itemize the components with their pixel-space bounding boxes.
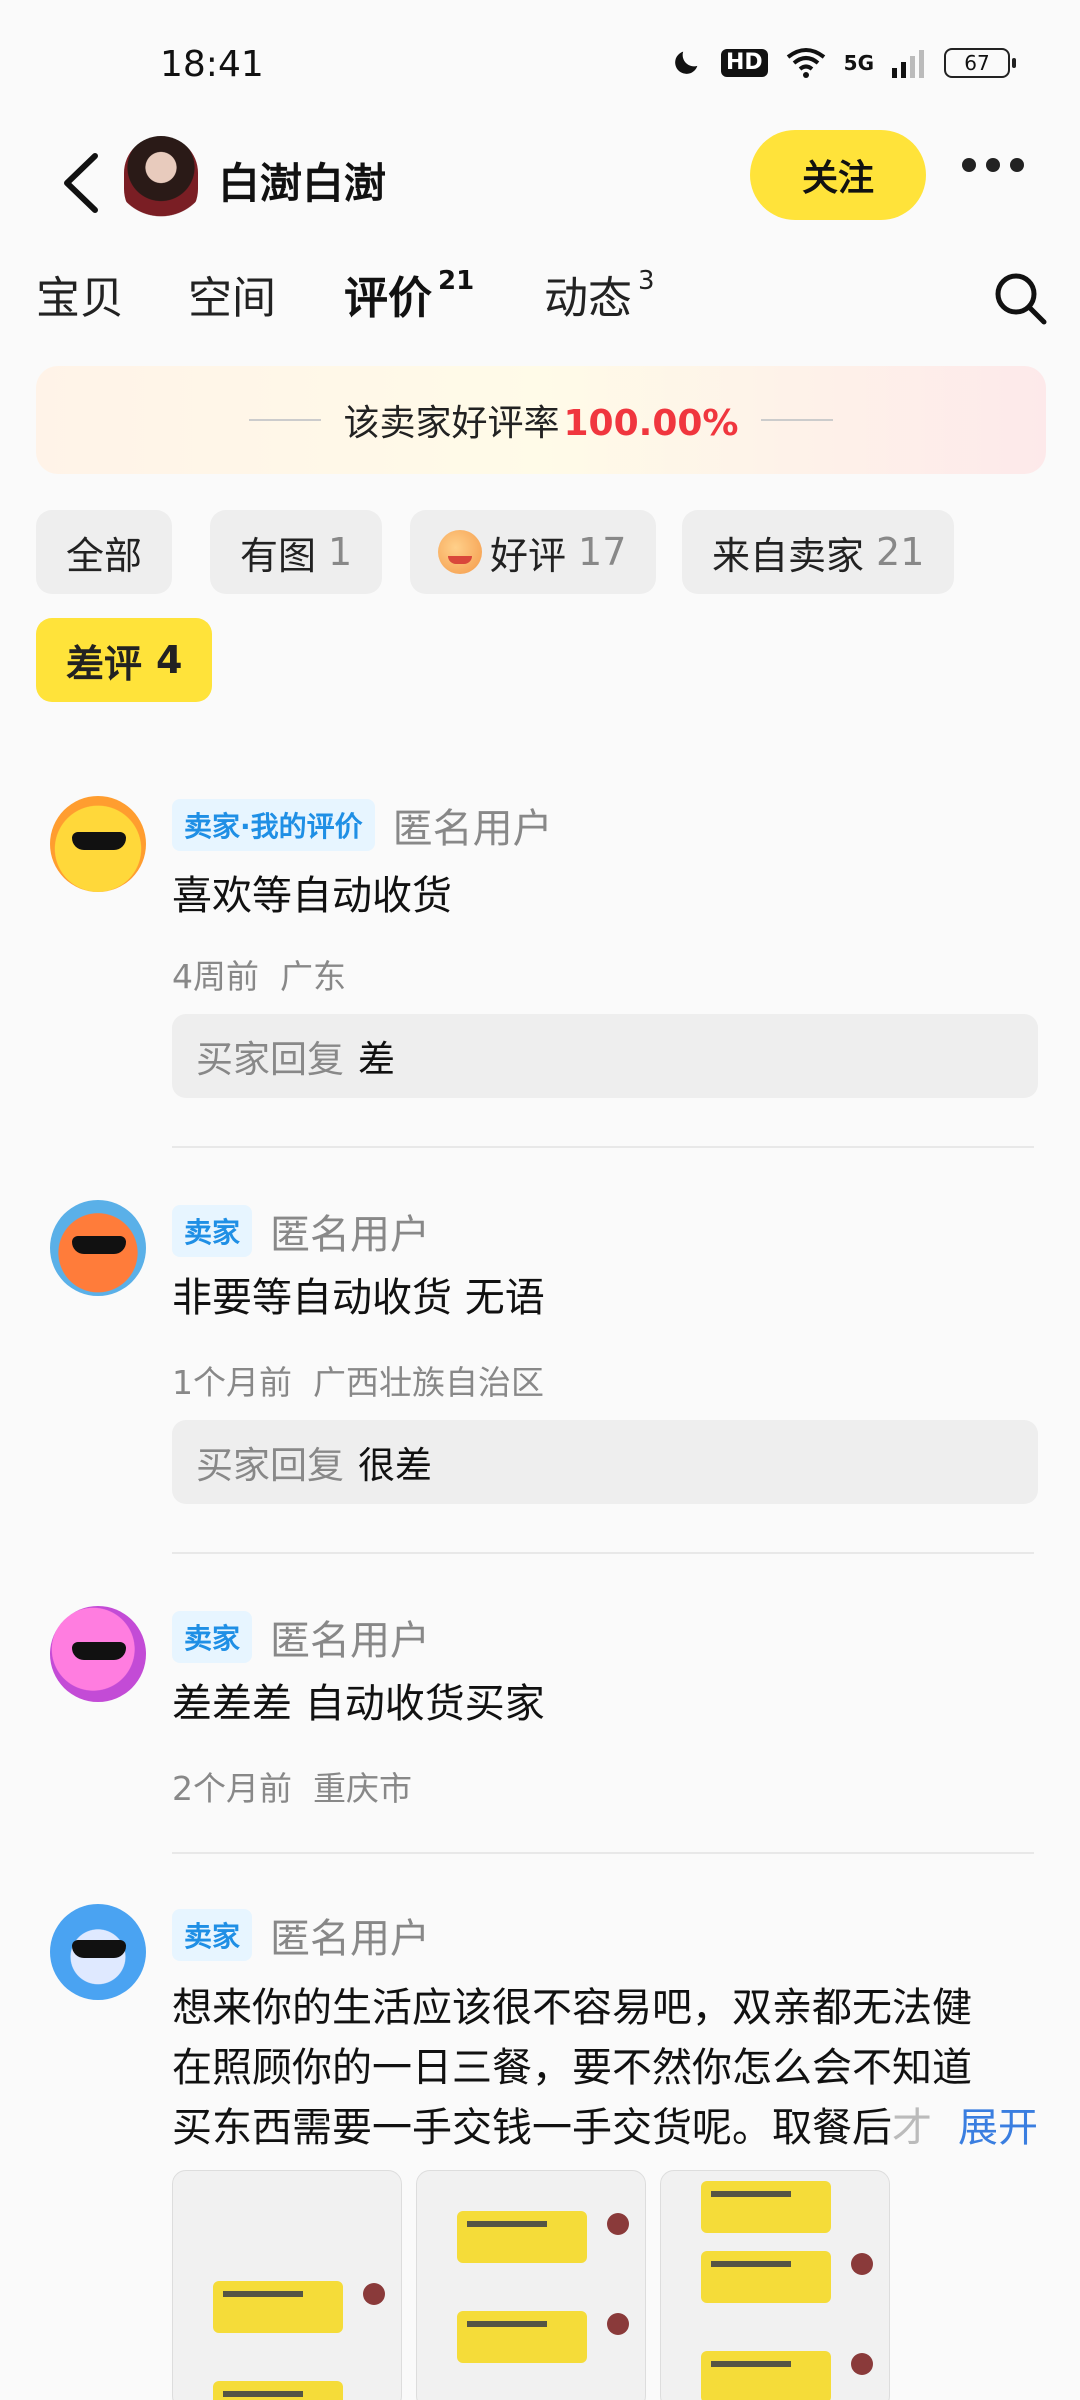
tab-space[interactable]: 空间 — [188, 262, 276, 326]
reviewer-avatar[interactable] — [50, 796, 146, 892]
tab-bar: 宝贝 空间 评价 21 动态 3 — [0, 262, 1080, 342]
filter-with-photo[interactable]: 有图 1 — [210, 510, 383, 594]
expand-link[interactable]: 展开 — [958, 2098, 1038, 2158]
review-meta: 卖家 匿名用户 — [172, 1608, 430, 1666]
status-icons: HD 5G 67 — [669, 46, 1016, 80]
tab-updates-count: 3 — [638, 266, 655, 297]
role-badge: 卖家 — [172, 1909, 253, 1961]
review-content: 非要等自动收货 无语 — [172, 1275, 545, 1321]
reviewer-name: 匿名用户 — [270, 1618, 431, 1664]
buyer-reply: 买家回复差 — [172, 1014, 1038, 1098]
tab-reviews-count: 21 — [438, 266, 475, 297]
filter-positive[interactable]: 好评 17 — [410, 510, 657, 594]
signal-label: 5G — [843, 51, 874, 75]
signal-icon — [892, 50, 924, 78]
tab-reviews[interactable]: 评价 21 — [344, 262, 474, 326]
filter-from-seller[interactable]: 来自卖家 21 — [682, 510, 955, 594]
role-badge: 卖家 — [172, 1205, 253, 1257]
review-time-location: 1个月前 广西壮族自治区 — [172, 1363, 544, 1402]
reviewer-name: 匿名用户 — [392, 806, 553, 852]
review-time-location: 2个月前 重庆市 — [172, 1769, 412, 1808]
review-photo[interactable] — [660, 2170, 890, 2400]
divider — [172, 1146, 1034, 1148]
status-time: 18:41 — [160, 44, 264, 85]
review-meta: 卖家 匿名用户 — [172, 1906, 430, 1964]
reviewer-avatar[interactable] — [50, 1200, 146, 1296]
reviewer-name: 匿名用户 — [270, 1212, 431, 1258]
review-photos — [172, 2170, 890, 2400]
rate-value: 100.00% — [563, 403, 739, 444]
review-photo[interactable] — [416, 2170, 646, 2400]
review-content: 喜欢等自动收货 — [172, 873, 452, 919]
divider — [172, 1852, 1034, 1854]
reviewer-name: 匿名用户 — [270, 1916, 431, 1962]
positive-rate-banner: 该卖家好评率 100.00% — [36, 366, 1046, 474]
role-badge: 卖家 — [172, 1611, 253, 1663]
shop-header: 白澍白澍 关注 — [0, 130, 1080, 240]
role-badge: 卖家·我的评价 — [172, 799, 375, 851]
smile-emoji-icon — [438, 530, 482, 574]
moon-icon — [675, 51, 698, 74]
filter-all[interactable]: 全部 — [36, 510, 173, 594]
divider-right — [760, 419, 833, 421]
more-icon[interactable] — [962, 158, 1024, 172]
status-bar: 18:41 HD 5G 67 — [0, 0, 1080, 130]
review-time-location: 4周前 广东 — [172, 957, 346, 996]
review-photo[interactable] — [172, 2170, 402, 2400]
shop-name[interactable]: 白澍白澍 — [218, 150, 386, 211]
divider-left — [249, 419, 322, 421]
tab-items[interactable]: 宝贝 — [36, 262, 124, 326]
search-icon[interactable] — [992, 270, 1048, 326]
review-content: 差差差 自动收货买家 — [172, 1681, 545, 1727]
back-icon[interactable] — [55, 148, 105, 218]
follow-button[interactable]: 关注 — [750, 130, 926, 220]
battery-level: 67 — [964, 51, 990, 75]
tab-updates[interactable]: 动态 3 — [544, 262, 655, 326]
reviewer-avatar[interactable] — [50, 1606, 146, 1702]
review-content: 想来你的生活应该很不容易吧，双亲都无法健 在照顾你的一日三餐，要不然你怎么会不知… — [172, 1978, 1038, 2158]
review-meta: 卖家·我的评价 匿名用户 — [172, 796, 553, 854]
hd-icon: HD — [720, 49, 768, 77]
shop-avatar[interactable] — [124, 136, 198, 226]
wifi-icon — [786, 48, 825, 78]
filter-negative[interactable]: 差评 4 — [36, 618, 213, 702]
review-meta: 卖家 匿名用户 — [172, 1202, 430, 1260]
buyer-reply: 买家回复 很差 — [172, 1420, 1038, 1504]
reviewer-avatar[interactable] — [50, 1904, 146, 2000]
rate-label: 该卖家好评率 100.00% — [343, 403, 739, 444]
battery-icon: 67 — [944, 48, 1016, 78]
divider — [172, 1552, 1034, 1554]
